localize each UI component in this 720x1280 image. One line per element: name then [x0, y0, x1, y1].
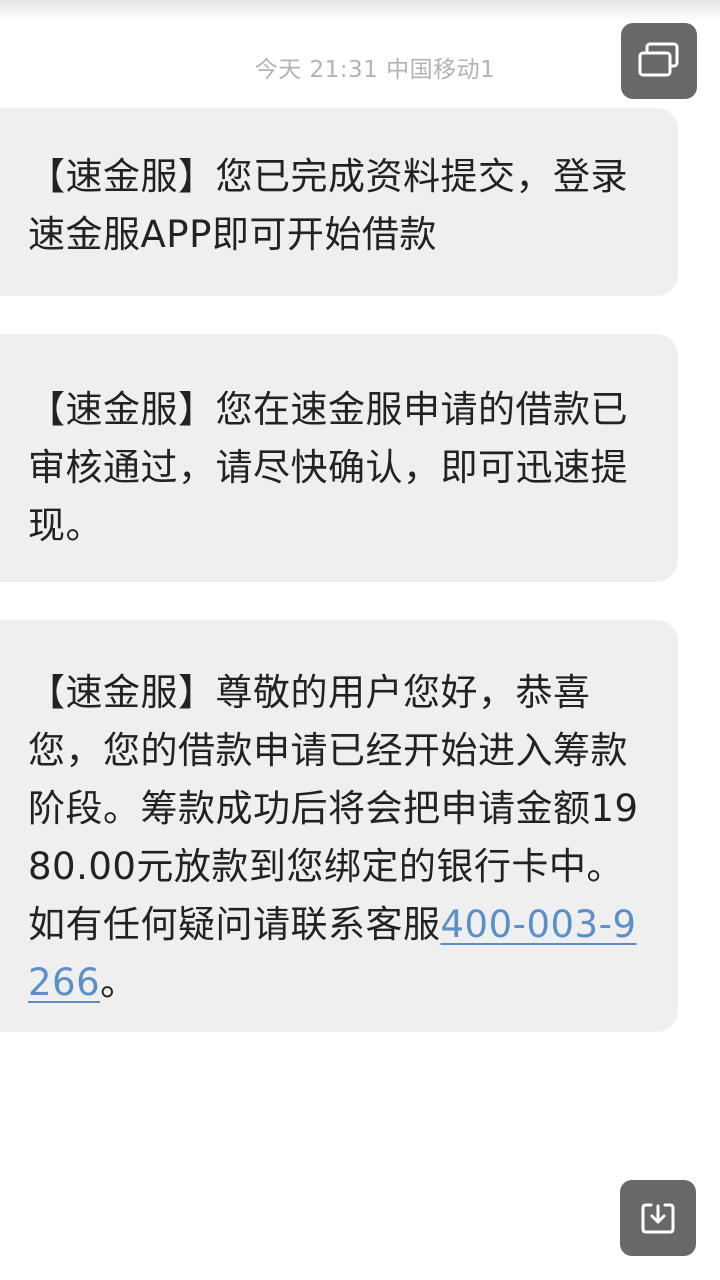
- top-edge: [0, 0, 720, 22]
- message-text-3-tail: 。: [100, 961, 138, 1004]
- message-bubble-3[interactable]: 【速金服】尊敬的用户您好，恭喜您，您的借款申请已经开始进入筹款阶段。筹款成功后将…: [0, 620, 678, 1032]
- message-text-1: 【速金服】您已完成资料提交，登录速金服APP即可开始借款: [28, 155, 628, 256]
- message-bubble-2[interactable]: 【速金服】您在速金服申请的借款已审核通过，请尽快确认，即可迅速提现。: [0, 334, 678, 582]
- multi-window-icon: [638, 42, 679, 77]
- download-button[interactable]: [620, 1180, 696, 1256]
- message-time: 今天 21:31: [254, 57, 379, 83]
- message-bubble-1[interactable]: 【速金服】您已完成资料提交，登录速金服APP即可开始借款: [0, 108, 678, 296]
- multi-window-button[interactable]: [621, 23, 697, 99]
- sms-conversation-screen: 今天 21:31 中国移动1 【速金服】您已完成资料提交，登录速金服APP即可开…: [0, 0, 720, 1280]
- download-icon: [641, 1203, 675, 1234]
- message-header: 今天 21:31 中国移动1: [0, 50, 720, 84]
- message-timestamp: 今天 21:31 中国移动1: [225, 57, 496, 83]
- message-carrier: 中国移动1: [386, 57, 496, 83]
- message-text-2: 【速金服】您在速金服申请的借款已审核通过，请尽快确认，即可迅速提现。: [28, 388, 628, 547]
